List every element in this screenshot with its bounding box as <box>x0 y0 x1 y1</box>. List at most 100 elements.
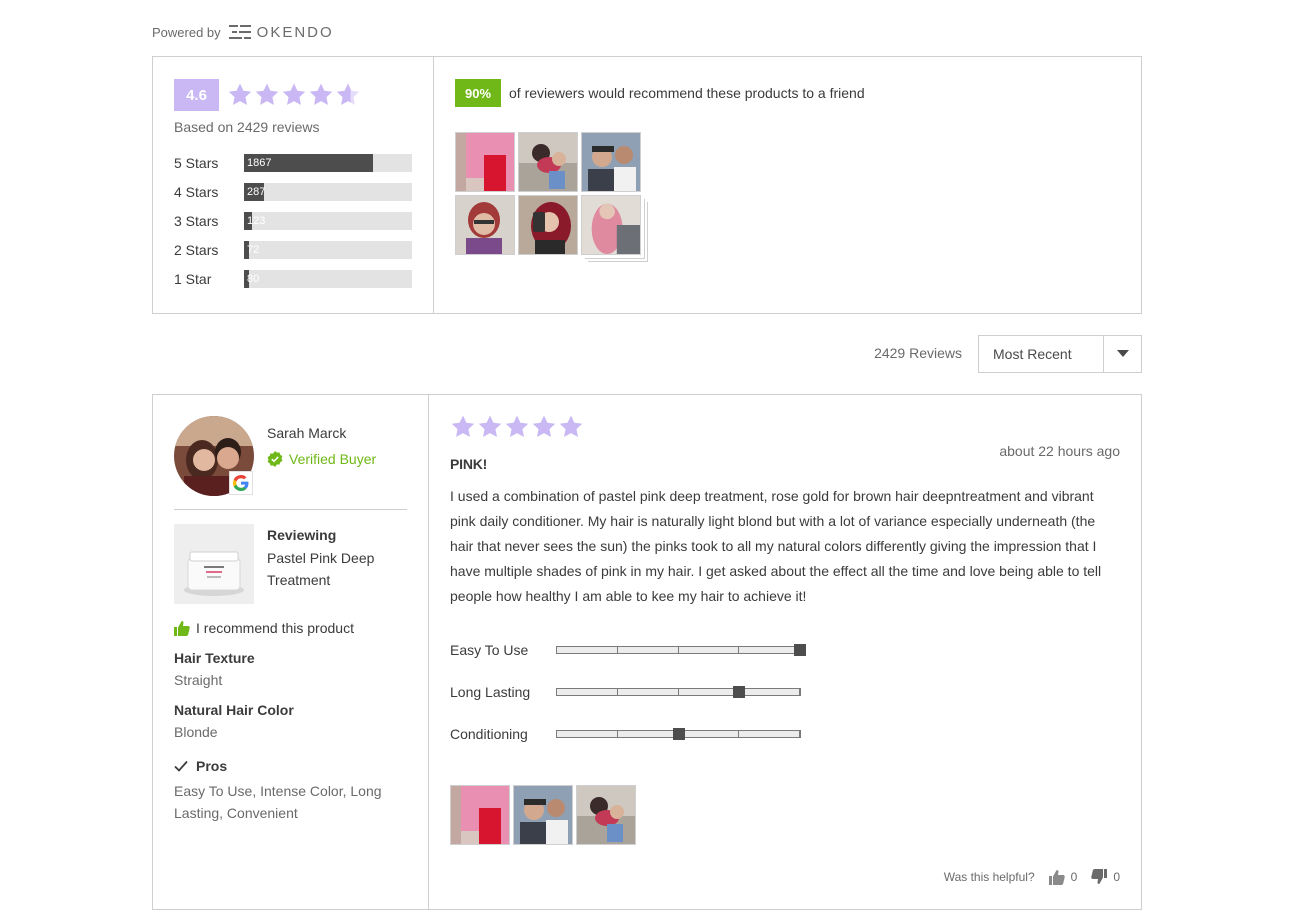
rating-breakdown-count: 80 <box>247 272 260 285</box>
scale-track <box>556 686 801 698</box>
review-media-thumbnail[interactable] <box>576 785 636 845</box>
rating-breakdown-row[interactable]: 5 Stars 1867 <box>174 148 412 177</box>
rating-breakdown: 5 Stars 1867 4 Stars 287 3 Stars 123 2 Stars 72… <box>174 148 412 293</box>
rating-breakdown-count: 287 <box>247 185 266 198</box>
vote-unhelpful-button[interactable]: 0 <box>1091 869 1120 885</box>
thumbs-up-icon <box>174 621 190 636</box>
rating-breakdown-row[interactable]: 4 Stars 287 <box>174 177 412 206</box>
helpful-no-count: 0 <box>1113 870 1120 884</box>
pros-value: Easy To Use, Intense Color, Long Lasting… <box>174 783 382 821</box>
okendo-brand[interactable]: OKENDO <box>257 24 334 41</box>
okendo-logo-icon <box>228 24 251 40</box>
attribute-natural-hair-color: Natural Hair Color Blonde <box>174 702 407 740</box>
scale-segment <box>678 647 740 653</box>
based-on-count: Based on 2429 reviews <box>174 119 320 135</box>
recommend-text: of reviewers would recommend these produ… <box>509 85 865 101</box>
rating-breakdown-count: 72 <box>247 243 260 256</box>
verified-label: Verified Buyer <box>289 451 377 467</box>
media-thumbnail[interactable] <box>581 132 641 192</box>
verified-buyer-badge: Verified Buyer <box>267 451 376 467</box>
star-icon <box>504 414 530 442</box>
star-icon <box>254 82 280 108</box>
sort-selected-value: Most Recent <box>993 346 1072 362</box>
attribute-label: Hair Texture <box>174 650 255 666</box>
review-count: 2429 Reviews <box>874 345 962 361</box>
star-icon <box>308 82 334 108</box>
helpful-votes: Was this helpful? 0 0 <box>944 869 1120 885</box>
reviewed-product[interactable]: Reviewing Pastel Pink Deep Treatment <box>174 524 407 604</box>
recommend-percent-badge: 90% <box>455 79 501 107</box>
avatar <box>174 416 254 496</box>
sort-select[interactable]: Most Recent <box>978 335 1142 373</box>
rating-breakdown-label: 2 Stars <box>174 241 219 258</box>
media-thumbnail[interactable] <box>455 132 515 192</box>
powered-by-label: Powered by <box>152 24 221 40</box>
google-icon <box>229 471 253 495</box>
rating-breakdown-bar: 123 <box>244 211 412 230</box>
star-icon <box>531 414 557 442</box>
rating-breakdown-label: 4 Stars <box>174 183 219 200</box>
rating-breakdown-label: 3 Stars <box>174 212 219 229</box>
scale-segment <box>617 689 679 695</box>
product-image[interactable] <box>174 524 254 604</box>
media-grid <box>455 132 1120 255</box>
review-media-thumbnail[interactable] <box>450 785 510 845</box>
star-icon <box>558 414 584 442</box>
review-media <box>450 785 1120 845</box>
star-icon <box>477 414 503 442</box>
review-card: Sarah Marck Verified Buyer Reviewing Pas… <box>152 394 1142 910</box>
scale-segment <box>617 731 679 737</box>
review-date: about 22 hours ago <box>999 443 1120 459</box>
scale-track <box>556 644 806 656</box>
media-thumbnail-more[interactable] <box>581 195 641 255</box>
rating-breakdown-label: 1 Star <box>174 270 212 287</box>
scale-label: Conditioning <box>450 726 528 742</box>
checkmark-icon <box>174 760 188 772</box>
rating-breakdown-bar: 80 <box>244 269 412 288</box>
scale-label: Easy To Use <box>450 642 529 658</box>
verified-check-icon <box>267 451 283 467</box>
scale-segment <box>739 647 800 653</box>
rating-breakdown-row[interactable]: 1 Star 80 <box>174 264 412 293</box>
rating-breakdown-bar: 1867 <box>244 153 412 172</box>
average-rating-badge: 4.6 <box>174 79 219 111</box>
review-author-panel: Sarah Marck Verified Buyer Reviewing Pas… <box>153 395 429 909</box>
pros-section: Pros Easy To Use, Intense Color, Long La… <box>174 758 407 824</box>
review-body: I used a combination of pastel pink deep… <box>450 488 1102 604</box>
scale-segment <box>557 689 618 695</box>
recommend-statement: I recommend this product <box>174 620 407 636</box>
attribute-hair-texture: Hair Texture Straight <box>174 650 407 688</box>
attribute-value: Blonde <box>174 724 218 740</box>
scale-segment <box>678 689 740 695</box>
chevron-down-icon[interactable] <box>1103 336 1141 372</box>
media-thumbnail[interactable] <box>518 195 578 255</box>
rating-breakdown-count: 123 <box>247 214 266 227</box>
rating-breakdown-count: 1867 <box>247 156 272 169</box>
vote-helpful-button[interactable]: 0 <box>1048 869 1077 885</box>
thumbs-down-icon <box>1091 869 1108 884</box>
product-name[interactable]: Pastel Pink Deep Treatment <box>267 547 392 591</box>
scale-segment <box>739 689 800 695</box>
rating-breakdown-row[interactable]: 3 Stars 123 <box>174 206 412 235</box>
media-thumbnail[interactable] <box>518 132 578 192</box>
media-thumbnail[interactable] <box>455 195 515 255</box>
reviews-summary: 4.6 Based on 2429 reviews 5 Stars 1867 4 S… <box>152 56 1142 314</box>
attribute-value: Straight <box>174 672 223 688</box>
reviewer-name: Sarah Marck <box>267 425 347 441</box>
review-media-thumbnail[interactable] <box>513 785 573 845</box>
helpful-label: Was this helpful? <box>943 870 1035 884</box>
rating-breakdown-bar: 72 <box>244 240 412 259</box>
powered-by: Powered by OKENDO <box>152 22 334 42</box>
attribute-scale: Conditioning <box>450 713 1120 755</box>
average-star-rating <box>227 82 362 108</box>
review-content: about 22 hours ago Pink! I used a combin… <box>429 395 1141 909</box>
reviews-toolbar: 2429 Reviews Most Recent <box>152 335 1142 373</box>
star-icon <box>450 414 476 442</box>
thumbs-up-icon <box>1048 870 1065 885</box>
scale-track <box>556 728 801 740</box>
scale-segment <box>557 731 618 737</box>
rating-breakdown-row[interactable]: 2 Stars 72 <box>174 235 412 264</box>
scale-segment <box>678 731 740 737</box>
scale-marker <box>794 644 806 656</box>
attribute-scale: Easy To Use <box>450 629 1120 671</box>
